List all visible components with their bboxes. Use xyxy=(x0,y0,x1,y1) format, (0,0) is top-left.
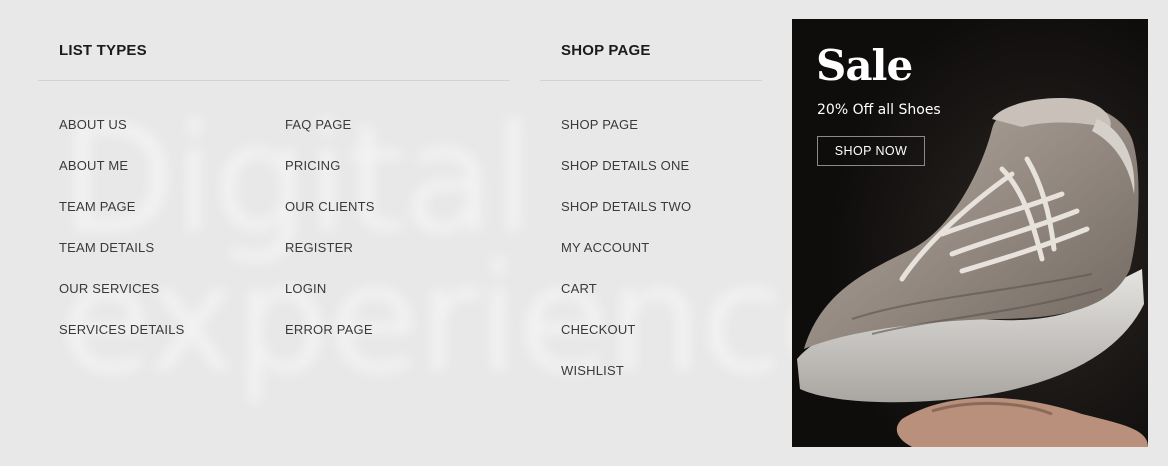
menu-item: FAQ PAGE xyxy=(285,116,375,157)
menu-link-my-account[interactable]: MY ACCOUNT xyxy=(561,240,649,255)
menu-link-team-details[interactable]: TEAM DETAILS xyxy=(59,240,154,255)
list-types-column-2: FAQ PAGE PRICING OUR CLIENTS REGISTER LO… xyxy=(285,116,375,362)
menu-link-our-services[interactable]: OUR SERVICES xyxy=(59,281,159,296)
list-types-column-1: ABOUT US ABOUT ME TEAM PAGE TEAM DETAILS… xyxy=(59,116,185,362)
menu-item: SHOP DETAILS ONE xyxy=(561,157,691,198)
menu-link-error-page[interactable]: ERROR PAGE xyxy=(285,322,373,337)
sale-promo-banner[interactable]: Sale 20% Off all Shoes SHOP NOW xyxy=(792,19,1148,447)
menu-item: MY ACCOUNT xyxy=(561,239,691,280)
menu-link-shop-details-two[interactable]: SHOP DETAILS TWO xyxy=(561,199,691,214)
menu-item: OUR CLIENTS xyxy=(285,198,375,239)
list-types-divider xyxy=(38,80,510,81)
menu-item: TEAM DETAILS xyxy=(59,239,185,280)
menu-link-shop-details-one[interactable]: SHOP DETAILS ONE xyxy=(561,158,689,173)
menu-item: ABOUT US xyxy=(59,116,185,157)
menu-item: OUR SERVICES xyxy=(59,280,185,321)
menu-link-team-page[interactable]: TEAM PAGE xyxy=(59,199,136,214)
menu-link-pricing[interactable]: PRICING xyxy=(285,158,341,173)
shop-page-divider xyxy=(540,80,762,81)
menu-item: SHOP DETAILS TWO xyxy=(561,198,691,239)
shop-now-button[interactable]: SHOP NOW xyxy=(817,136,925,166)
menu-item: ABOUT ME xyxy=(59,157,185,198)
menu-item: CHECKOUT xyxy=(561,321,691,362)
menu-link-our-clients[interactable]: OUR CLIENTS xyxy=(285,199,375,214)
menu-item: SERVICES DETAILS xyxy=(59,321,185,362)
sale-subtitle: 20% Off all Shoes xyxy=(817,102,941,118)
menu-item: REGISTER xyxy=(285,239,375,280)
mega-menu: LIST TYPES ABOUT US ABOUT ME TEAM PAGE T… xyxy=(0,0,1168,466)
menu-item: TEAM PAGE xyxy=(59,198,185,239)
sale-title: Sale xyxy=(816,41,913,90)
menu-link-cart[interactable]: CART xyxy=(561,281,597,296)
menu-link-register[interactable]: REGISTER xyxy=(285,240,353,255)
menu-item: ERROR PAGE xyxy=(285,321,375,362)
menu-item: CART xyxy=(561,280,691,321)
menu-link-checkout[interactable]: CHECKOUT xyxy=(561,322,636,337)
menu-link-faq-page[interactable]: FAQ PAGE xyxy=(285,117,351,132)
menu-item: PRICING xyxy=(285,157,375,198)
menu-link-about-us[interactable]: ABOUT US xyxy=(59,117,127,132)
menu-link-services-details[interactable]: SERVICES DETAILS xyxy=(59,322,185,337)
shop-page-heading: SHOP PAGE xyxy=(561,42,651,59)
menu-link-about-me[interactable]: ABOUT ME xyxy=(59,158,128,173)
menu-item: SHOP PAGE xyxy=(561,116,691,157)
shop-page-column: SHOP PAGE SHOP DETAILS ONE SHOP DETAILS … xyxy=(561,116,691,403)
menu-item: WISHLIST xyxy=(561,362,691,403)
menu-link-login[interactable]: LOGIN xyxy=(285,281,326,296)
menu-link-wishlist[interactable]: WISHLIST xyxy=(561,363,624,378)
menu-item: LOGIN xyxy=(285,280,375,321)
list-types-heading: LIST TYPES xyxy=(59,42,147,59)
menu-link-shop-page[interactable]: SHOP PAGE xyxy=(561,117,638,132)
